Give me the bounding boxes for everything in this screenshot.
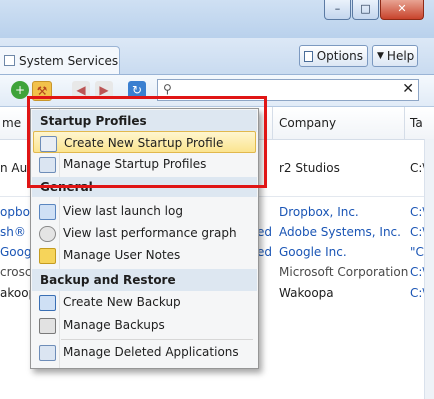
vertical-scrollbar[interactable] <box>424 139 434 399</box>
deleted-apps-icon <box>39 345 56 361</box>
column-target[interactable]: Ta <box>410 116 423 130</box>
column-name[interactable]: me <box>2 116 21 130</box>
menu-section-backup-restore: Backup and Restore <box>32 269 257 291</box>
column-divider <box>272 107 273 139</box>
maximize-button[interactable]: □ <box>352 0 379 20</box>
menu-item-label: Manage Backups <box>63 318 165 332</box>
row-name: opbo <box>0 205 30 219</box>
row-status: ed <box>257 245 272 259</box>
clear-search-icon[interactable]: ✕ <box>402 81 414 97</box>
services-icon <box>4 55 15 66</box>
notes-icon <box>39 248 56 264</box>
menu-item-create-new-backup[interactable]: Create New Backup <box>33 291 256 313</box>
menu-item-label: View last performance graph <box>63 226 237 240</box>
column-divider <box>404 107 405 139</box>
row-status: ed <box>257 225 272 239</box>
menu-item-label: Manage Deleted Applications <box>63 345 239 359</box>
menu-item-manage-deleted-applications[interactable]: Manage Deleted Applications <box>33 341 256 363</box>
help-label: Help <box>386 49 415 63</box>
dropdown-arrow-icon: ▼ <box>377 51 384 61</box>
row-name: n Au <box>0 161 28 175</box>
help-button[interactable]: ▼ Help <box>372 45 418 67</box>
row-company: Wakoopa <box>279 286 334 300</box>
clock-icon <box>39 226 56 242</box>
row-company: Dropbox, Inc. <box>279 205 359 219</box>
menu-item-label: Manage User Notes <box>63 248 181 262</box>
row-name: crosc <box>0 265 32 279</box>
search-icon: ⚲ <box>163 82 172 96</box>
options-label: Options <box>316 49 363 63</box>
menu-item-manage-backups[interactable]: Manage Backups <box>33 314 256 336</box>
close-button[interactable]: ✕ <box>380 0 424 20</box>
menu-separator <box>61 339 253 340</box>
menu-item-label: Create New Backup <box>63 295 181 309</box>
backups-icon <box>39 318 56 334</box>
tab-label: System Services <box>19 53 119 68</box>
row-company: Adobe Systems, Inc. <box>279 225 401 239</box>
row-company: Google Inc. <box>279 245 347 259</box>
launch-log-icon <box>39 204 56 220</box>
row-name: sh® <box>0 225 26 239</box>
highlight-annotation-box <box>27 96 267 188</box>
row-company: Microsoft Corporation <box>279 265 409 279</box>
row-target: "C <box>410 245 424 259</box>
backup-download-icon <box>39 295 56 311</box>
column-company[interactable]: Company <box>279 116 336 130</box>
tab-system-services[interactable]: System Services <box>0 46 120 74</box>
menu-item-view-performance-graph[interactable]: View last performance graph <box>33 222 256 244</box>
row-company: r2 Studios <box>279 161 340 175</box>
minimize-button[interactable]: – <box>324 0 351 20</box>
tab-row: System Services Options ▼ Help <box>0 38 434 75</box>
options-button[interactable]: Options <box>299 45 368 67</box>
menu-item-view-launch-log[interactable]: View last launch log <box>33 200 256 222</box>
options-icon <box>304 50 313 62</box>
window-titlebar: – □ ✕ <box>0 0 434 38</box>
menu-item-label: View last launch log <box>63 204 183 218</box>
menu-item-manage-user-notes[interactable]: Manage User Notes <box>33 244 256 266</box>
